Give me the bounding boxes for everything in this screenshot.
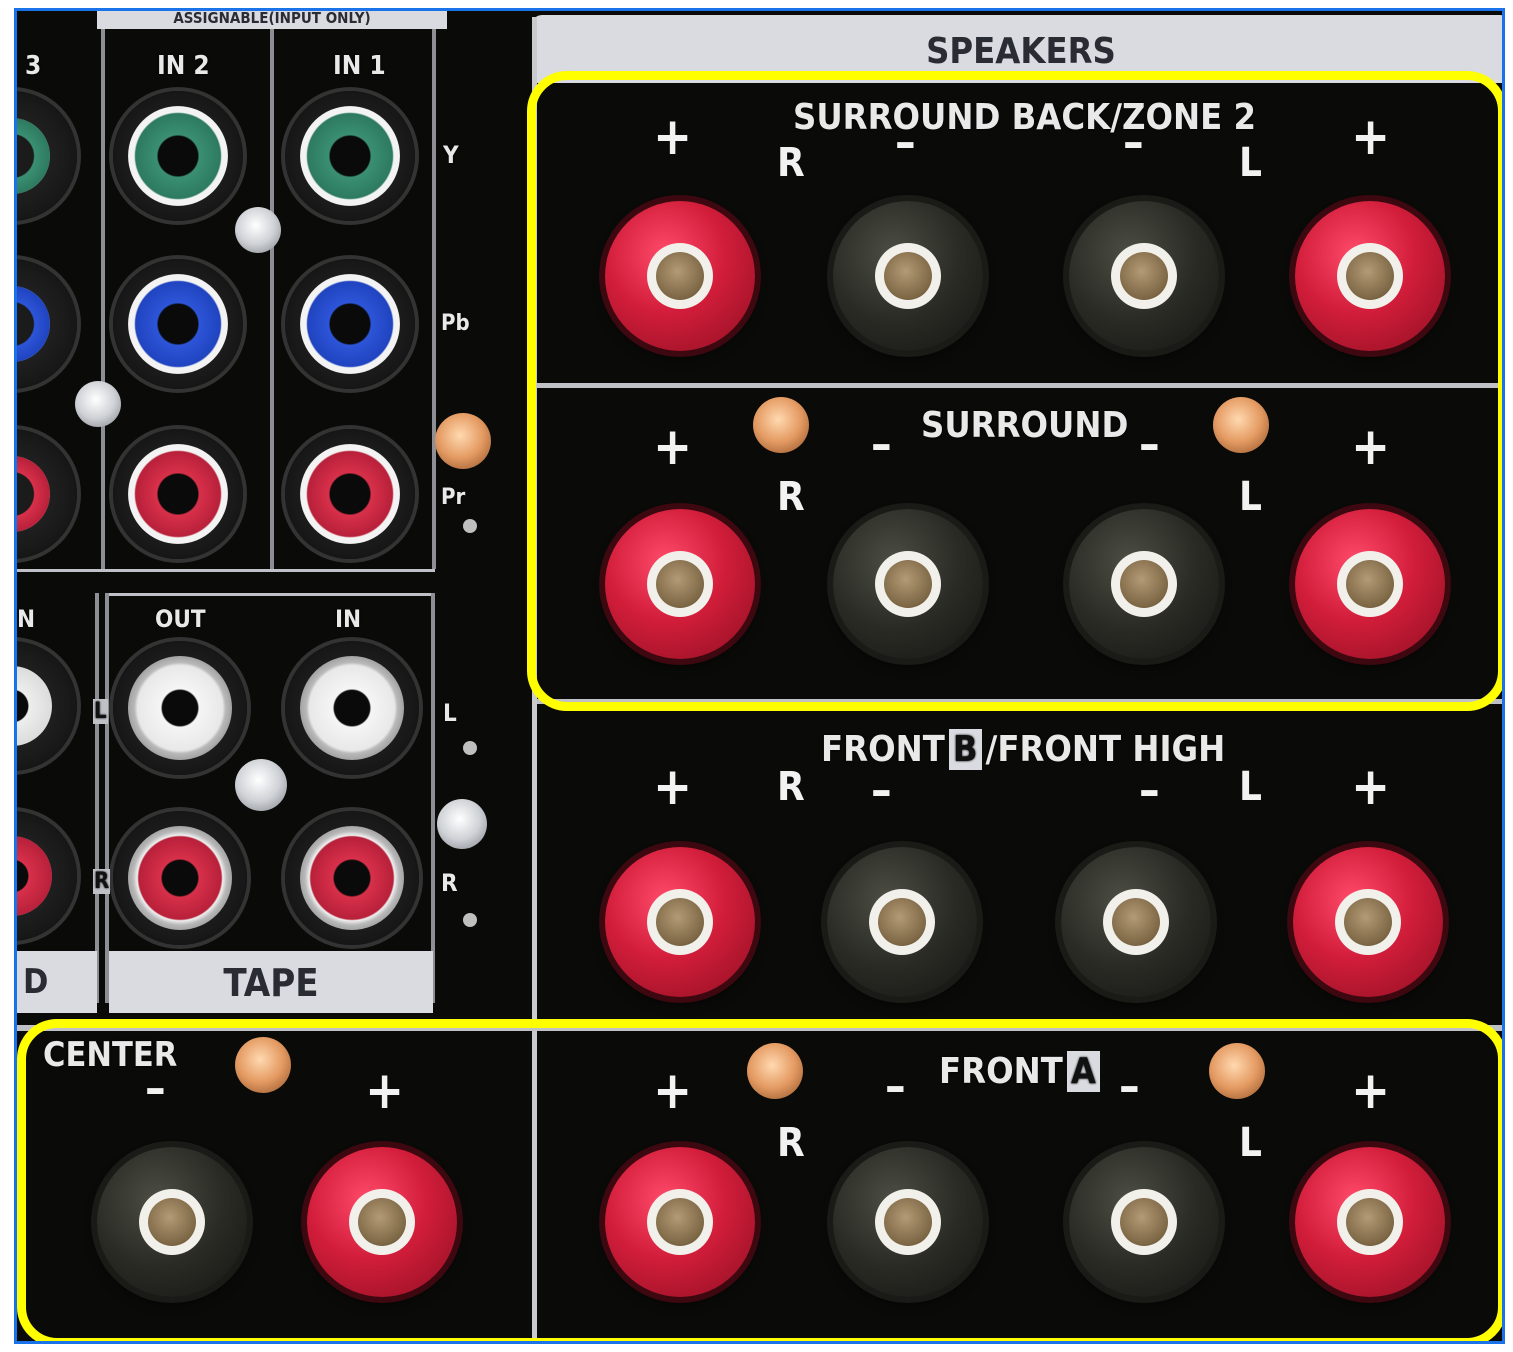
divider xyxy=(101,29,105,569)
front-center-highlight-box xyxy=(17,1019,1502,1341)
fb-r-plus-terminal[interactable] xyxy=(605,847,755,997)
pr-label: Pr xyxy=(441,485,466,510)
tape-label-plate: TAPE xyxy=(109,951,433,1013)
pb-label: Pb xyxy=(441,311,470,336)
fb-l-minus-terminal[interactable] xyxy=(1061,847,1211,997)
partial-label: D xyxy=(23,962,49,1002)
fb-r-minus: – xyxy=(871,763,892,817)
fb-r-minus-terminal[interactable] xyxy=(827,847,977,997)
divider xyxy=(432,29,436,569)
photo-stage: ASSIGNABLE(INPUT ONLY) 3 IN 2 IN 1 Y Pb … xyxy=(0,0,1513,1352)
tape-label: TAPE xyxy=(223,961,319,1005)
l-label: L xyxy=(443,699,457,727)
assignable-header: ASSIGNABLE(INPUT ONLY) xyxy=(173,9,371,27)
fb-l-minus: – xyxy=(1139,763,1160,817)
tape-in-r-jack[interactable] xyxy=(285,811,419,945)
in1-label: IN 1 xyxy=(333,51,386,81)
indicator-dot xyxy=(463,913,477,927)
fb-r-plus: + xyxy=(653,757,693,817)
fb-l-plus: + xyxy=(1351,757,1391,817)
r-label: R xyxy=(441,869,458,897)
partial-l-jack[interactable] xyxy=(17,641,77,771)
indicator-dot xyxy=(463,519,477,533)
surround-highlight-box xyxy=(527,71,1502,711)
receiver-back-panel: ASSIGNABLE(INPUT ONLY) 3 IN 2 IN 1 Y Pb … xyxy=(14,8,1505,1344)
tape-out-l-jack[interactable] xyxy=(113,641,247,775)
in2-y-jack[interactable] xyxy=(113,91,243,221)
tape-in-label: IN xyxy=(335,605,362,633)
fb-l-plus-terminal[interactable] xyxy=(1293,847,1443,997)
in2-pb-jack[interactable] xyxy=(113,259,243,389)
partial-l-label: L xyxy=(93,699,108,724)
speakers-header: SPEAKERS xyxy=(926,31,1116,72)
fb-l-label: L xyxy=(1239,764,1262,810)
partial-label-plate: D xyxy=(17,951,97,1013)
screw-icon xyxy=(435,413,491,469)
divider xyxy=(17,569,435,572)
partial-in-label: N xyxy=(17,605,36,633)
y-label: Y xyxy=(443,141,459,169)
divider xyxy=(270,29,274,569)
indicator-dot xyxy=(463,741,477,755)
in3-pb-jack[interactable] xyxy=(17,259,77,389)
screw-icon xyxy=(235,207,281,253)
divider xyxy=(431,593,435,1003)
screw-icon xyxy=(235,759,287,811)
tape-out-label: OUT xyxy=(155,605,206,633)
tape-out-r-jack[interactable] xyxy=(113,811,247,945)
front-b-box: B xyxy=(948,729,982,770)
in2-pr-jack[interactable] xyxy=(113,429,243,559)
front-b-title-suffix: /FRONT HIGH xyxy=(985,729,1226,770)
divider xyxy=(109,593,431,596)
partial-r-jack[interactable] xyxy=(17,811,77,941)
divider xyxy=(95,593,99,1003)
assignable-header-plate: ASSIGNABLE(INPUT ONLY) xyxy=(97,9,447,29)
in1-pr-jack[interactable] xyxy=(285,429,415,559)
in3-y-jack[interactable] xyxy=(17,91,77,221)
screw-icon xyxy=(75,381,121,427)
divider xyxy=(105,593,109,1003)
in1-pb-jack[interactable] xyxy=(285,259,415,389)
tape-in-l-jack[interactable] xyxy=(285,641,419,775)
screw-icon xyxy=(437,799,487,849)
in2-label: IN 2 xyxy=(157,51,210,81)
in1-y-jack[interactable] xyxy=(285,91,415,221)
in3-pr-jack[interactable] xyxy=(17,429,77,559)
partial-r-label: R xyxy=(93,869,111,894)
col3-label: 3 xyxy=(25,51,42,81)
fb-r-label: R xyxy=(777,764,805,810)
